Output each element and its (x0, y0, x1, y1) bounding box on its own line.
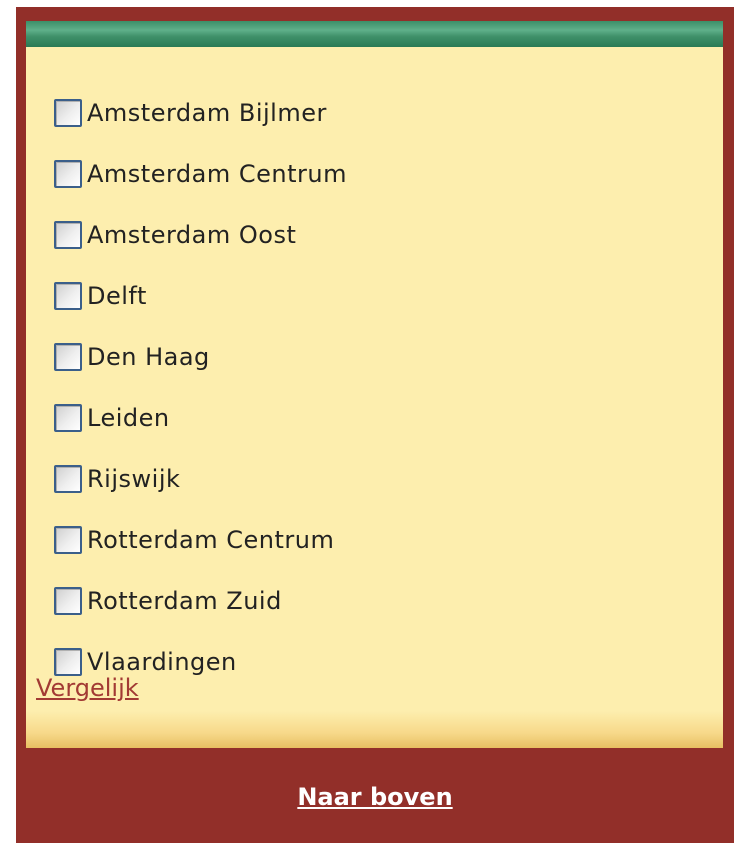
checkbox[interactable] (54, 648, 82, 676)
checkbox[interactable] (54, 160, 82, 188)
list-item: Den Haag (54, 337, 210, 377)
checkbox[interactable] (54, 99, 82, 127)
back-to-top-link[interactable]: Naar boven (16, 783, 734, 811)
list-item: Rotterdam Centrum (54, 520, 334, 560)
location-label[interactable]: Rotterdam Zuid (87, 587, 282, 615)
location-label[interactable]: Leiden (87, 404, 170, 432)
location-label[interactable]: Den Haag (87, 343, 210, 371)
checkbox[interactable] (54, 282, 82, 310)
compare-link[interactable]: Vergelijk (36, 674, 139, 702)
checkbox[interactable] (54, 343, 82, 371)
location-label[interactable]: Amsterdam Centrum (87, 160, 347, 188)
location-label[interactable]: Vlaardingen (87, 648, 237, 676)
location-label[interactable]: Rotterdam Centrum (87, 526, 334, 554)
panel-header-bar (26, 21, 723, 47)
list-item: Amsterdam Centrum (54, 154, 347, 194)
checkbox[interactable] (54, 587, 82, 615)
footer: Naar boven (16, 748, 734, 843)
checkbox[interactable] (54, 404, 82, 432)
location-label[interactable]: Amsterdam Oost (87, 221, 296, 249)
location-label[interactable]: Amsterdam Bijlmer (87, 99, 327, 127)
checkbox[interactable] (54, 465, 82, 493)
checkbox[interactable] (54, 221, 82, 249)
list-item: Delft (54, 276, 147, 316)
checkbox[interactable] (54, 526, 82, 554)
list-item: Leiden (54, 398, 170, 438)
location-label[interactable]: Delft (87, 282, 147, 310)
list-item: Rotterdam Zuid (54, 581, 282, 621)
location-label[interactable]: Rijswijk (87, 465, 180, 493)
list-item: Amsterdam Bijlmer (54, 93, 327, 133)
list-item: Amsterdam Oost (54, 215, 296, 255)
list-item: Rijswijk (54, 459, 180, 499)
location-filter-box: Amsterdam Bijlmer Amsterdam Centrum Amst… (16, 7, 734, 843)
location-panel: Amsterdam Bijlmer Amsterdam Centrum Amst… (26, 21, 723, 748)
